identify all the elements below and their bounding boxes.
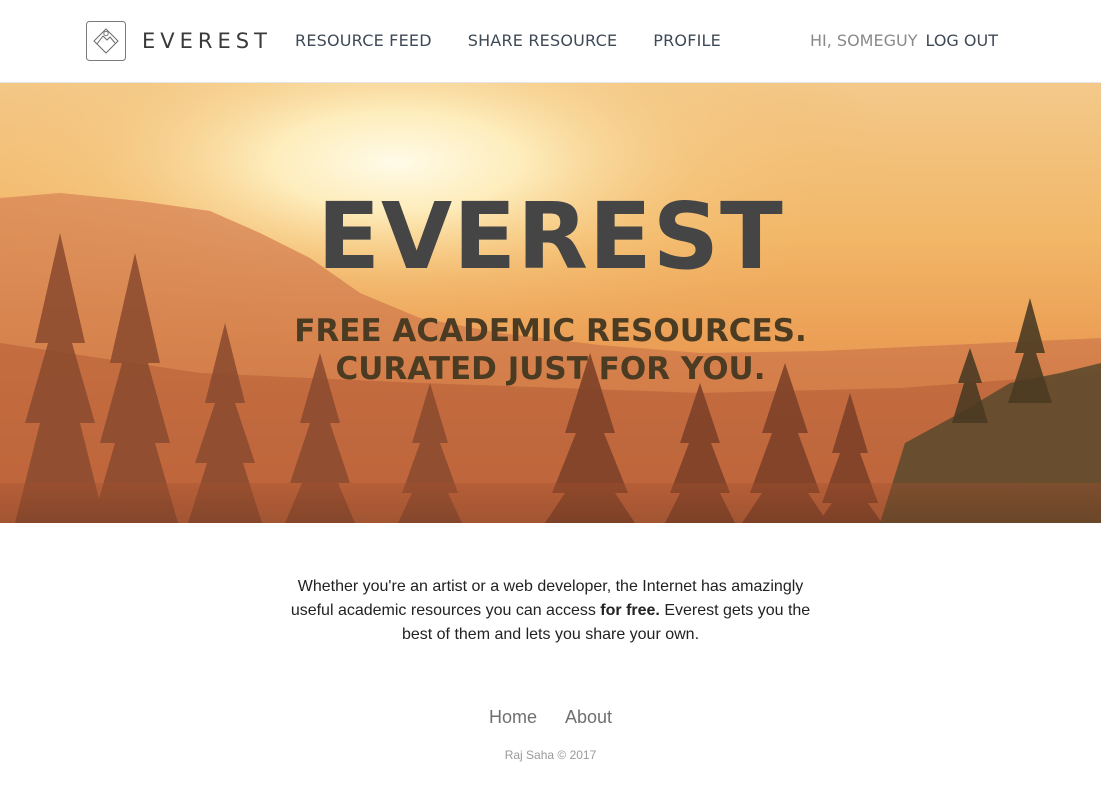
logo-text: EVEREST [142,29,272,53]
user-area: HI, SOMEGUY LOG OUT [810,31,998,51]
intro-bold-text: for free. [600,602,660,619]
home-logo-link[interactable]: EVEREST [86,21,272,61]
hero-subtitle-line-1: FREE ACADEMIC RESOURCES. [294,313,807,349]
main-nav: RESOURCE FEED SHARE RESOURCE PROFILE [295,31,757,51]
hero-background-image [0,83,1101,523]
footer-about-link[interactable]: About [565,705,612,729]
hero-subtitle: FREE ACADEMIC RESOURCES. CURATED JUST FO… [0,312,1101,388]
hero-title: EVEREST [317,183,784,290]
logout-link[interactable]: LOG OUT [925,31,998,51]
nav-share-resource[interactable]: SHARE RESOURCE [468,31,618,51]
footer-nav: Home About [0,705,1101,729]
nav-profile[interactable]: PROFILE [653,31,721,51]
hero-banner: EVEREST FREE ACADEMIC RESOURCES. CURATED… [0,83,1101,523]
copyright-text: Raj Saha © 2017 [504,748,597,762]
top-navbar: EVEREST RESOURCE FEED SHARE RESOURCE PRO… [0,0,1101,83]
intro-paragraph: Whether you're an artist or a web develo… [290,575,811,647]
nav-resource-feed[interactable]: RESOURCE FEED [295,31,432,51]
everest-logo-icon [86,21,126,61]
hero-subtitle-line-2: CURATED JUST FOR YOU. [335,351,766,387]
footer-home-link[interactable]: Home [489,705,537,729]
user-greeting: HI, SOMEGUY [810,31,918,50]
